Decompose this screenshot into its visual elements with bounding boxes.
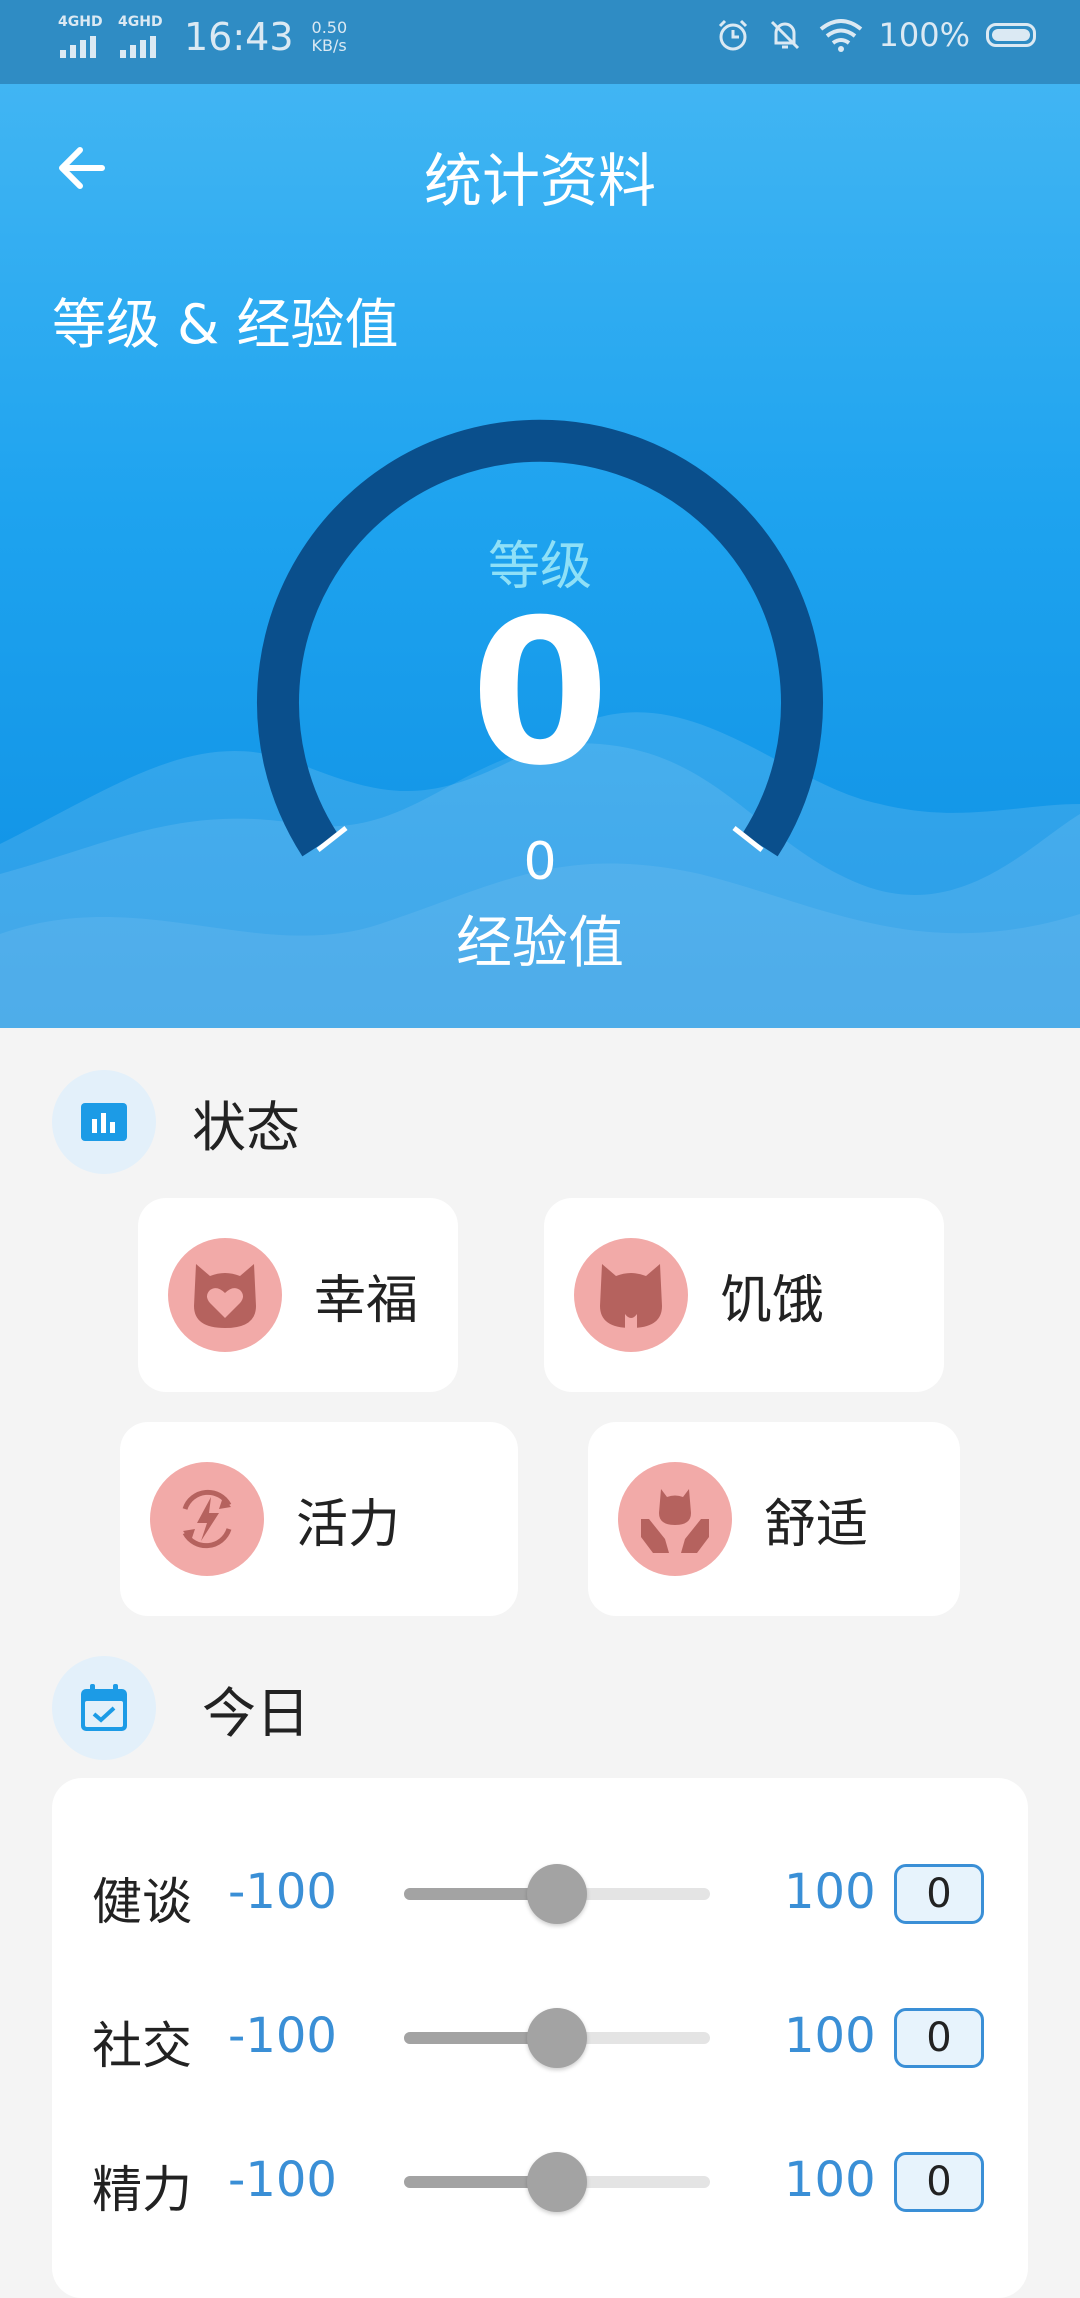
chart-icon [52,1070,156,1174]
slider-row-talkative: 健谈 -100 100 0 [52,1842,1028,1942]
today-card: 健谈 -100 100 0 社交 -100 100 0 精力 -100 100 … [52,1778,1028,2298]
value-field[interactable]: 0 [894,2152,984,2212]
status-card-happiness[interactable]: 幸福 [138,1198,458,1392]
network-speed: 0.50 KB/s [311,18,348,55]
exp-label: 经验值 [456,911,624,976]
level-value: 0 [470,577,610,810]
status-bar: 4GHD 4GHD 16:43 0.50 KB/s 100% [0,0,1080,84]
signal-icon: 4GHD [118,14,166,60]
status-card-comfort[interactable]: 舒适 [588,1422,960,1616]
cat-hungry-icon [574,1238,688,1352]
value-field[interactable]: 0 [894,2008,984,2068]
status-card-energy[interactable]: 活力 [120,1422,518,1616]
today-title: 今日 [202,1681,310,1745]
page-title: 统计资料 [423,147,656,215]
level-exp-heading: 等级 & 经验值 [52,293,399,356]
slider-row-energy: 精力 -100 100 0 [52,2130,1028,2230]
alarm-icon [718,19,747,51]
slider-min: -100 [228,2008,337,2064]
today-section-header: 今日 [52,1656,310,1760]
slider-min: -100 [228,1864,337,1920]
status-section-header: 状态 [52,1070,300,1174]
stats-header: 统计资料 等级 & 经验值 等级 0 0 经验值 [0,84,1080,1028]
slider-max: 100 [784,2152,876,2208]
slider-max: 100 [784,1864,876,1920]
signal-icon: 4GHD [58,14,106,60]
slider-thumb[interactable] [527,2152,587,2212]
cat-heart-icon [168,1238,282,1352]
slider-max: 100 [784,2008,876,2064]
battery-icon [986,23,1036,47]
calendar-icon [52,1656,156,1760]
clock: 16:43 [184,15,294,59]
exp-value: 0 [523,832,557,892]
value-field[interactable]: 0 [894,1864,984,1924]
status-card-hunger[interactable]: 饥饿 [544,1198,944,1392]
status-title: 状态 [192,1095,300,1159]
slider-thumb[interactable] [527,1864,587,1924]
cat-hands-icon [618,1462,732,1576]
slider-min: -100 [228,2152,337,2208]
bell-off-icon [770,20,799,50]
slider-thumb[interactable] [527,2008,587,2068]
energy-icon [150,1462,264,1576]
slider-row-social: 社交 -100 100 0 [52,1986,1028,2086]
wifi-icon [819,19,862,52]
battery-percent: 100% [878,16,970,54]
